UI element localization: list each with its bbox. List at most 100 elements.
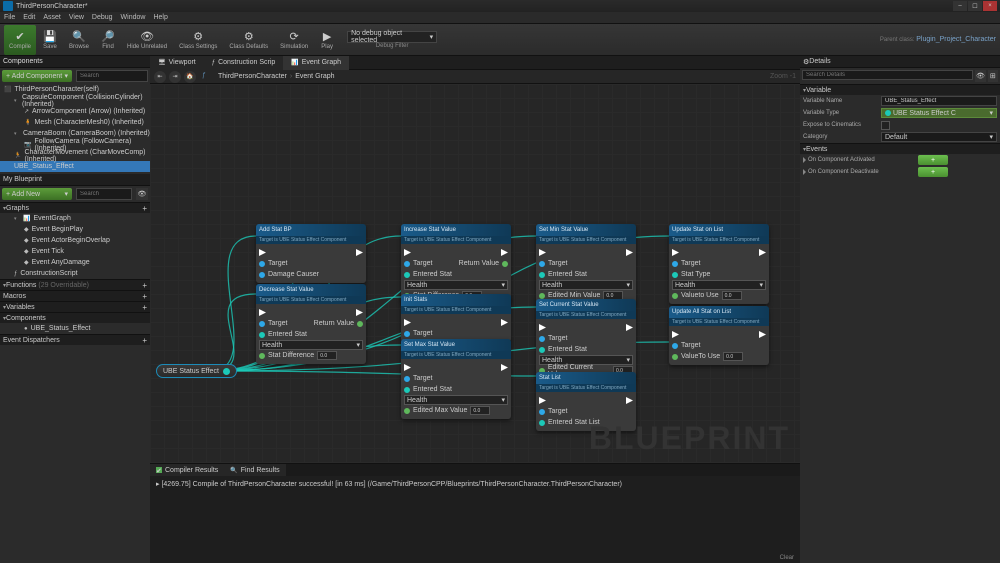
component-item[interactable]: ↗ ArrowComponent (Arrow) (Inherited) bbox=[0, 106, 150, 117]
variable-name-input[interactable] bbox=[881, 96, 997, 106]
node-set-current[interactable]: Set Current Stat ValueTarget is UBE Stat… bbox=[536, 299, 636, 379]
tab-construction[interactable]: ƒ Construction Scrip bbox=[204, 56, 284, 70]
events-section[interactable]: ▾ Events bbox=[800, 143, 1000, 154]
node-update-all[interactable]: Update All Stat on ListTarget is UBE Sta… bbox=[669, 306, 769, 365]
simulation-button[interactable]: ⟳Simulation bbox=[275, 25, 313, 55]
node-set-min[interactable]: Set Min Stat ValueTarget is UBE Status E… bbox=[536, 224, 636, 304]
event-item[interactable]: ◆ Event AnyDamage bbox=[0, 257, 150, 268]
variable-get-node[interactable]: UBE Status Effect bbox=[156, 364, 237, 378]
zoom-label: Zoom -1 bbox=[770, 73, 796, 80]
component-item-selected[interactable]: UBE_Status_Effect bbox=[0, 161, 150, 172]
details-search-input[interactable] bbox=[802, 70, 973, 80]
menu-window[interactable]: Window bbox=[121, 14, 146, 21]
enum-select[interactable]: Health▾ bbox=[404, 280, 508, 290]
component-item[interactable]: ▾CapsuleComponent (CollisionCylinder) (I… bbox=[0, 95, 150, 106]
event-item[interactable]: ◆ Event ActorBeginOverlap bbox=[0, 235, 150, 246]
node-add-stat-bp[interactable]: Add Stat BPTarget is UBE Status Effect C… bbox=[256, 224, 366, 283]
add-macro-icon[interactable]: + bbox=[142, 292, 147, 301]
tab-find-results[interactable]: 🔍 Find Results bbox=[224, 464, 285, 476]
construction-item[interactable]: ƒ ConstructionScript bbox=[0, 268, 150, 279]
class-settings-button[interactable]: ⚙Class Settings bbox=[174, 25, 222, 55]
debug-object-select[interactable]: No debug object selected▾ bbox=[347, 31, 437, 43]
parent-class-link[interactable]: Plugin_Project_Character bbox=[916, 36, 996, 43]
components-category[interactable]: ▾Components bbox=[0, 312, 150, 323]
play-button[interactable]: ▶Play bbox=[315, 25, 339, 55]
details-filter-icon[interactable]: 👁 bbox=[975, 70, 985, 82]
parent-class-label: Parent class: Plugin_Project_Character bbox=[880, 36, 996, 43]
ue-logo-icon bbox=[3, 1, 13, 11]
components-search-input[interactable] bbox=[76, 70, 148, 82]
variable-section[interactable]: ▾ Variable bbox=[800, 84, 1000, 95]
node-decrease-stat[interactable]: Decrease Stat ValueTarget is UBE Status … bbox=[256, 284, 366, 364]
myblueprint-search-input[interactable] bbox=[76, 188, 132, 200]
add-function-icon[interactable]: + bbox=[142, 281, 147, 290]
enum-select[interactable]: Health▾ bbox=[539, 280, 633, 290]
minimize-button[interactable]: – bbox=[953, 1, 967, 11]
component-item[interactable]: 🧍 Mesh (CharacterMesh0) (Inherited) bbox=[0, 117, 150, 128]
add-dispatcher-icon[interactable]: + bbox=[142, 336, 147, 345]
variable-type-select[interactable]: UBE Status Effect C▾ bbox=[881, 108, 997, 118]
editor-tabs: 🖥 Viewport ƒ Construction Scrip 📊 Event … bbox=[150, 56, 800, 70]
node-update-stat[interactable]: Update Stat on ListTarget is UBE Status … bbox=[669, 224, 769, 304]
browse-button[interactable]: 🔍Browse bbox=[64, 25, 94, 55]
clear-log-button[interactable]: Clear bbox=[780, 555, 794, 561]
add-new-button[interactable]: + Add New▾ bbox=[2, 188, 72, 200]
component-item[interactable]: 🏃 CharacterMovement (CharMoveComp) (Inhe… bbox=[0, 150, 150, 161]
macros-category[interactable]: Macros+ bbox=[0, 290, 150, 301]
eventgraph-item[interactable]: ▾📊 EventGraph bbox=[0, 213, 150, 224]
dispatchers-category[interactable]: Event Dispatchers+ bbox=[0, 334, 150, 345]
pin-output-icon[interactable] bbox=[223, 368, 230, 375]
event-item[interactable]: ◆ Event Tick bbox=[0, 246, 150, 257]
add-event-deactivated-button[interactable]: + bbox=[918, 167, 948, 177]
tab-viewport[interactable]: 🖥 Viewport bbox=[150, 56, 204, 70]
nav-home-button[interactable]: 🏠 bbox=[184, 71, 196, 83]
window-title: ThirdPersonCharacter* bbox=[16, 3, 88, 10]
tab-compiler-results[interactable]: ✔Compiler Results bbox=[150, 464, 224, 476]
save-button[interactable]: 💾Save bbox=[38, 25, 62, 55]
title-bar: ThirdPersonCharacter* – ☐ × bbox=[0, 0, 1000, 12]
blueprint-watermark: BLUEPRINT bbox=[589, 420, 790, 457]
expose-cinematics-checkbox[interactable] bbox=[881, 121, 890, 130]
add-event-activated-button[interactable]: + bbox=[918, 155, 948, 165]
event-item[interactable]: ◆ Event BeginPlay bbox=[0, 224, 150, 235]
enum-select[interactable]: Health▾ bbox=[404, 395, 508, 405]
menu-file[interactable]: File bbox=[4, 14, 15, 21]
tab-eventgraph[interactable]: 📊 Event Graph bbox=[283, 56, 349, 70]
details-matrix-icon[interactable]: ⊞ bbox=[988, 70, 998, 82]
functions-category[interactable]: ▾Functions (29 Overridable)+ bbox=[0, 279, 150, 290]
menu-edit[interactable]: Edit bbox=[23, 14, 35, 21]
hide-unrelated-button[interactable]: 👁Hide Unrelated bbox=[122, 25, 172, 55]
breadcrumb: ⇤ ⇥ 🏠 ƒ ThirdPersonCharacter›Event Graph… bbox=[150, 70, 800, 84]
compiler-log: ▸ [4269.75] Compile of ThirdPersonCharac… bbox=[150, 476, 800, 563]
variable-item[interactable]: ● UBE_Status_Effect bbox=[0, 323, 150, 334]
add-graph-icon[interactable]: + bbox=[142, 204, 147, 213]
myblueprint-panel-header[interactable]: My Blueprint bbox=[0, 174, 150, 186]
enum-select[interactable]: Health▾ bbox=[259, 340, 363, 350]
toolbar: ✔Compile 💾Save 🔍Browse 🔎Find 👁Hide Unrel… bbox=[0, 24, 1000, 56]
add-variable-icon[interactable]: + bbox=[142, 303, 147, 312]
close-button[interactable]: × bbox=[983, 1, 997, 11]
menu-view[interactable]: View bbox=[69, 14, 84, 21]
graphs-category[interactable]: ▾Graphs+ bbox=[0, 202, 150, 213]
menu-asset[interactable]: Asset bbox=[43, 14, 61, 21]
enum-select[interactable]: Health▾ bbox=[672, 280, 766, 290]
menu-help[interactable]: Help bbox=[153, 14, 167, 21]
graph-canvas[interactable]: UBE Status Effect Add Stat BPTarget is U… bbox=[150, 84, 800, 463]
menu-debug[interactable]: Debug bbox=[92, 14, 113, 21]
find-button[interactable]: 🔎Find bbox=[96, 25, 120, 55]
node-init-stats[interactable]: Init StatsTarget is UBE Status Effect Co… bbox=[401, 294, 511, 342]
nav-fwd-button[interactable]: ⇥ bbox=[169, 71, 181, 83]
node-set-max[interactable]: Set Max Stat ValueTarget is UBE Status E… bbox=[401, 339, 511, 419]
variables-category[interactable]: ▾Variables+ bbox=[0, 301, 150, 312]
nav-back-button[interactable]: ⇤ bbox=[154, 71, 166, 83]
category-select[interactable]: Default▾ bbox=[881, 132, 997, 142]
class-defaults-button[interactable]: ⚙Class Defaults bbox=[224, 25, 273, 55]
compile-button[interactable]: ✔Compile bbox=[4, 25, 36, 55]
myblueprint-tree: ▾Graphs+ ▾📊 EventGraph ◆ Event BeginPlay… bbox=[0, 202, 150, 563]
add-component-button[interactable]: + Add Component▾ bbox=[2, 70, 72, 82]
center-panel: 🖥 Viewport ƒ Construction Scrip 📊 Event … bbox=[150, 56, 800, 563]
node-increase-stat[interactable]: Increase Stat ValueTarget is UBE Status … bbox=[401, 224, 511, 304]
blueprint-options-icon[interactable]: 👁 bbox=[136, 188, 148, 200]
maximize-button[interactable]: ☐ bbox=[968, 1, 982, 11]
details-header[interactable]: ⚙ Details bbox=[800, 56, 1000, 68]
